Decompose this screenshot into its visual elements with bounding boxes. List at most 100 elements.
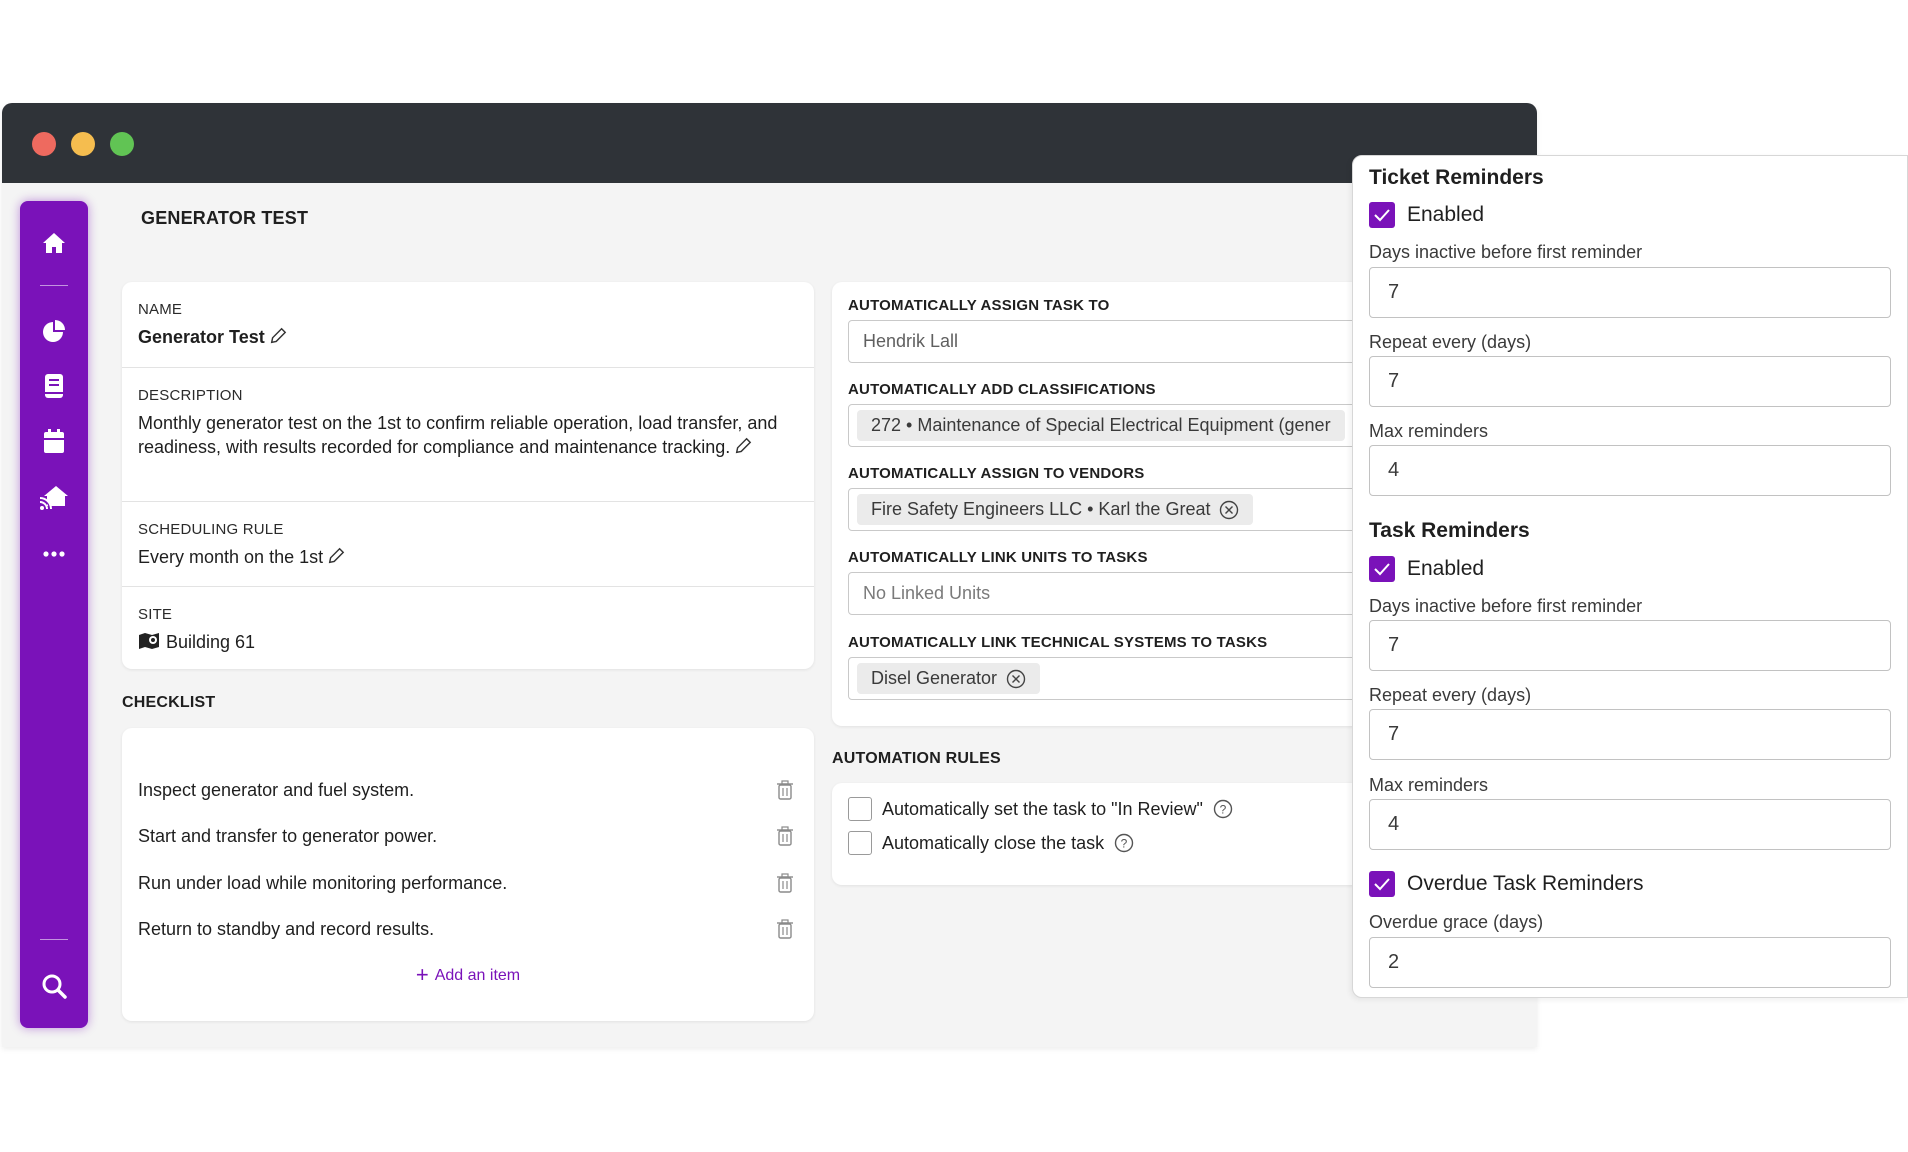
calendar-icon[interactable]: [34, 421, 74, 461]
vendor-chip[interactable]: Fire Safety Engineers LLC • Karl the Gre…: [857, 494, 1254, 525]
search-icon[interactable]: [34, 966, 74, 1006]
system-chip-label: Disel Generator: [871, 668, 998, 688]
page-title: GENERATOR TEST: [141, 208, 309, 228]
remove-chip-icon[interactable]: [1006, 669, 1026, 689]
trash-icon[interactable]: [776, 826, 794, 846]
trash-icon[interactable]: [776, 873, 794, 893]
edit-pencil-icon[interactable]: [327, 547, 345, 565]
units-placeholder: No Linked Units: [863, 583, 991, 603]
ticket-max-input[interactable]: 4: [1369, 445, 1891, 496]
checklist-card: Inspect generator and fuel system. Start…: [122, 728, 814, 1021]
help-icon[interactable]: ?: [1213, 799, 1233, 819]
book-icon[interactable]: [34, 366, 74, 406]
task-days-input[interactable]: 7: [1369, 620, 1891, 671]
pie-chart-icon[interactable]: [34, 311, 74, 351]
task-enabled: Enabled: [1369, 556, 1484, 582]
close-window-button[interactable]: [32, 132, 56, 156]
system-chip[interactable]: Disel Generator: [857, 663, 1041, 694]
checklist-item-text[interactable]: Return to standby and record results.: [138, 919, 434, 940]
list-item: Return to standby and record results.: [138, 917, 794, 941]
task-reminders-title: Task Reminders: [1369, 519, 1530, 542]
assign-task-value: Hendrik Lall: [863, 331, 959, 351]
sidebar-divider-bottom: [40, 939, 68, 940]
minimize-window-button[interactable]: [71, 132, 95, 156]
trash-icon[interactable]: [776, 919, 794, 939]
name-value: Generator Test: [138, 327, 265, 347]
rule-in-review: Automatically set the task to "In Review…: [848, 797, 1233, 821]
task-days-label: Days inactive before first reminder: [1369, 596, 1643, 616]
edit-pencil-icon[interactable]: [269, 327, 287, 345]
site-field: SITE Building 61: [122, 587, 814, 669]
map-location-icon: [139, 633, 159, 649]
list-item: Run under load while monitoring performa…: [138, 871, 794, 895]
task-enabled-checkbox[interactable]: [1369, 556, 1395, 582]
house-signal-icon[interactable]: [34, 477, 74, 517]
overdue-enabled-label: Overdue Task Reminders: [1407, 872, 1644, 895]
overdue-grace-input[interactable]: 2: [1369, 937, 1891, 988]
checklist-item-text[interactable]: Run under load while monitoring performa…: [138, 873, 507, 894]
more-icon[interactable]: [34, 534, 74, 574]
vendors-label: AUTOMATICALLY ASSIGN TO VENDORS: [848, 465, 1145, 482]
automation-rules-label: AUTOMATION RULES: [832, 750, 1001, 767]
scheduling-value: Every month on the 1st: [138, 547, 324, 567]
plus-icon: +: [415, 962, 429, 987]
ticket-enabled: Enabled: [1369, 202, 1484, 228]
add-item-button[interactable]: + Add an item: [122, 962, 814, 988]
automation-card: AUTOMATICALLY ASSIGN TASK TO Hendrik Lal…: [832, 282, 1452, 726]
app-window: GENERATOR TEST NAME Generator Test DESCR…: [2, 103, 1537, 1047]
add-item-label: Add an item: [434, 967, 521, 984]
overdue-enabled: Overdue Task Reminders: [1369, 871, 1644, 897]
ticket-days-label: Days inactive before first reminder: [1369, 242, 1643, 262]
ticket-enabled-label: Enabled: [1407, 203, 1485, 226]
window-titlebar: [2, 103, 1537, 183]
description-field: DESCRIPTION Monthly generator test on th…: [122, 368, 814, 502]
help-icon[interactable]: ?: [1114, 833, 1134, 853]
classification-chip-label: 272 • Maintenance of Special Electrical …: [871, 415, 1331, 435]
sidebar-divider: [40, 285, 68, 286]
name-field: NAME Generator Test: [122, 282, 814, 368]
description-label: DESCRIPTION: [138, 387, 243, 404]
scheduling-label: SCHEDULING RULE: [138, 521, 284, 538]
rule-close-task-label: Automatically close the task: [882, 832, 1105, 853]
task-max-label: Max reminders: [1369, 775, 1489, 795]
task-enabled-label: Enabled: [1407, 557, 1485, 580]
classifications-label: AUTOMATICALLY ADD CLASSIFICATIONS: [848, 381, 1156, 398]
ticket-repeat-label: Repeat every (days): [1369, 332, 1532, 352]
rule-in-review-label: Automatically set the task to "In Review…: [882, 798, 1203, 819]
edit-pencil-icon[interactable]: [734, 437, 752, 455]
task-max-input[interactable]: 4: [1369, 799, 1891, 850]
list-item: Start and transfer to generator power.: [138, 824, 794, 848]
systems-label: AUTOMATICALLY LINK TECHNICAL SYSTEMS TO …: [848, 634, 1268, 651]
task-repeat-label: Repeat every (days): [1369, 685, 1532, 705]
classification-chip[interactable]: 272 • Maintenance of Special Electrical …: [857, 410, 1345, 441]
checklist-item-text[interactable]: Inspect generator and fuel system.: [138, 780, 414, 801]
site-value[interactable]: Building 61: [166, 632, 255, 652]
rule-close-task-checkbox[interactable]: [848, 831, 872, 855]
checklist-item-text[interactable]: Start and transfer to generator power.: [138, 826, 437, 847]
sidebar: [20, 201, 88, 1028]
ticket-repeat-input[interactable]: 7: [1369, 356, 1891, 407]
ticket-enabled-checkbox[interactable]: [1369, 202, 1395, 228]
ticket-days-input[interactable]: 7: [1369, 267, 1891, 318]
assign-task-label: AUTOMATICALLY ASSIGN TASK TO: [848, 297, 1110, 314]
task-repeat-input[interactable]: 7: [1369, 709, 1891, 760]
name-label: NAME: [138, 301, 183, 318]
overdue-enabled-checkbox[interactable]: [1369, 871, 1395, 897]
maximize-window-button[interactable]: [110, 132, 134, 156]
rule-in-review-checkbox[interactable]: [848, 797, 872, 821]
list-item: Inspect generator and fuel system.: [138, 778, 794, 802]
remove-chip-icon[interactable]: [1219, 500, 1239, 520]
details-card: NAME Generator Test DESCRIPTION Monthly …: [122, 282, 814, 669]
automation-rules-card: Automatically set the task to "In Review…: [832, 783, 1432, 885]
vendor-chip-label: Fire Safety Engineers LLC • Karl the Gre…: [871, 499, 1211, 519]
reminders-panel: Ticket Reminders Enabled Days inactive b…: [1352, 155, 1908, 998]
overdue-grace-label: Overdue grace (days): [1369, 912, 1544, 932]
site-label: SITE: [138, 606, 173, 623]
scheduling-field: SCHEDULING RULE Every month on the 1st: [122, 502, 814, 587]
units-label: AUTOMATICALLY LINK UNITS TO TASKS: [848, 549, 1148, 566]
description-value: Monthly generator test on the 1st to con…: [138, 413, 778, 457]
trash-icon[interactable]: [776, 780, 794, 800]
home-icon[interactable]: [34, 223, 74, 263]
rule-close-task: Automatically close the task ?: [848, 831, 1134, 855]
ticket-max-label: Max reminders: [1369, 421, 1489, 441]
